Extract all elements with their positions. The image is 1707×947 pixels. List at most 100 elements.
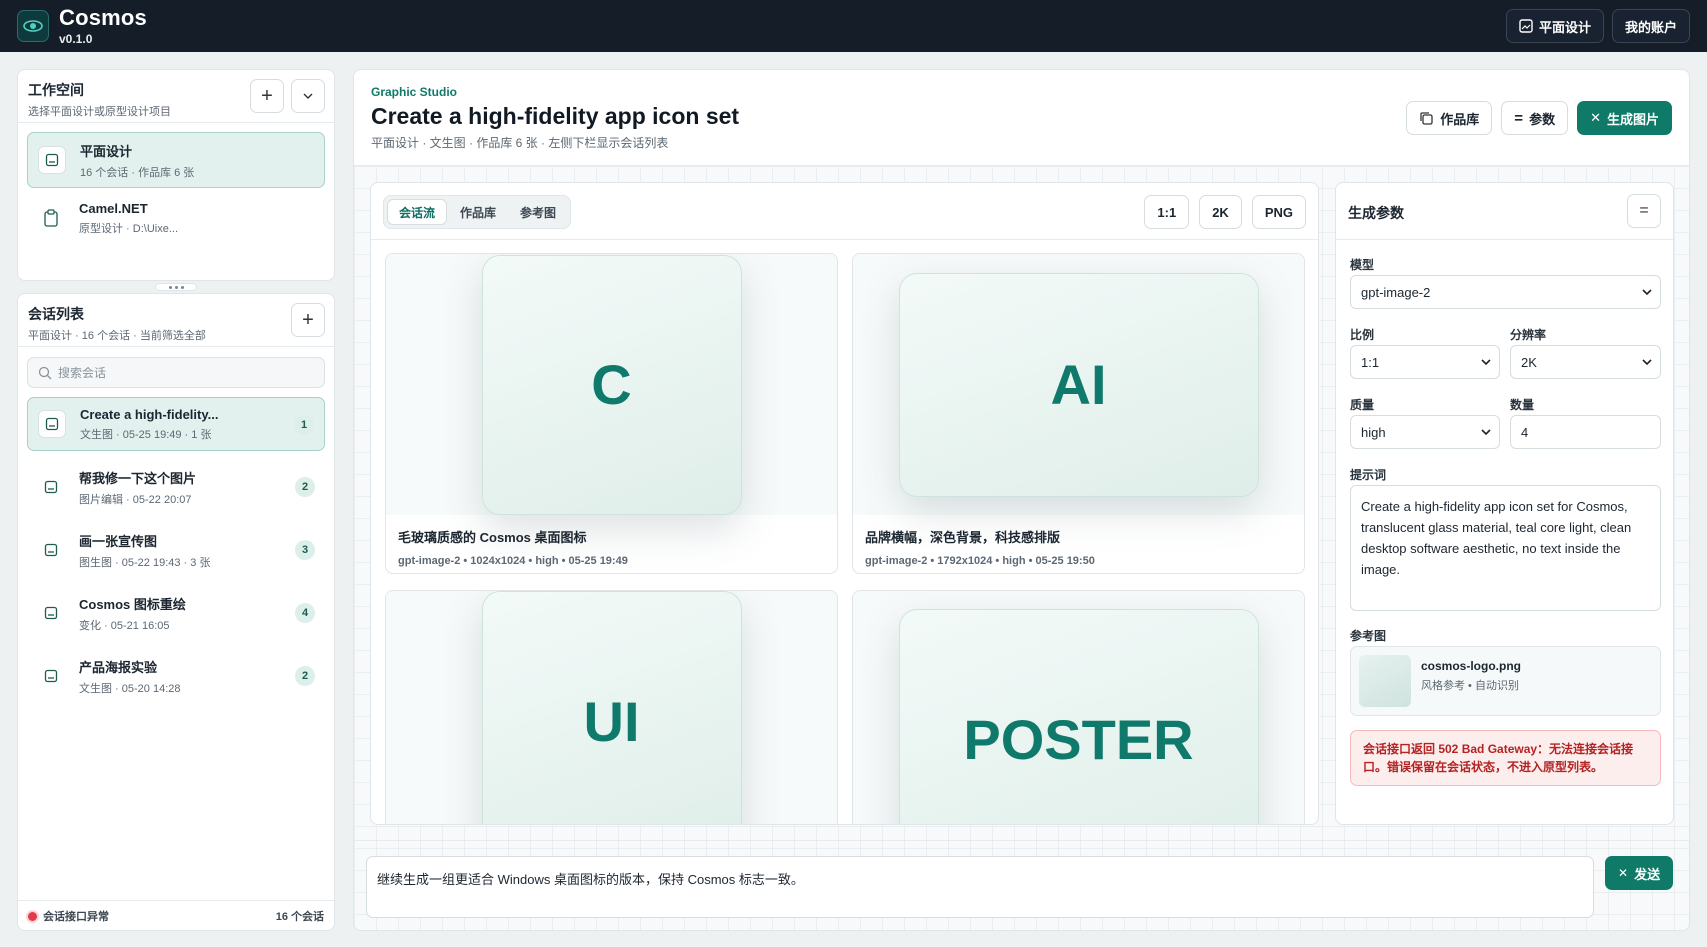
conversation-item[interactable]: Create a high-fidelity... 文生图 · 05-25 19… bbox=[27, 397, 325, 451]
chevron-down-icon bbox=[1481, 429, 1491, 436]
tab-gallery[interactable]: 作品库 bbox=[449, 199, 507, 225]
workspace-item-title: Camel.NET bbox=[79, 200, 148, 216]
resolution-label: 分辨率 bbox=[1510, 328, 1547, 342]
image-icon bbox=[38, 146, 66, 174]
add-workspace-button[interactable]: + bbox=[250, 79, 284, 113]
conversation-panel: 会话列表 平面设计 · 16 个会话 · 当前筛选全部 + 搜索会话 Creat… bbox=[17, 293, 335, 931]
conversation-count-badge: 4 bbox=[295, 603, 315, 623]
conversation-item-meta: 图生图 · 05-22 19:43 · 3 张 bbox=[79, 556, 211, 569]
status-error-dot-icon bbox=[28, 911, 37, 921]
params-label: 参数 bbox=[1529, 111, 1556, 127]
quality-select[interactable]: high bbox=[1350, 415, 1500, 449]
model-select[interactable]: gpt-image-2 bbox=[1350, 275, 1661, 309]
conversation-item-title: 产品海报实验 bbox=[79, 659, 158, 675]
account-label: 我的账户 bbox=[1624, 19, 1677, 35]
conversation-count-badge: 1 bbox=[294, 415, 314, 435]
tab-reference[interactable]: 参考图 bbox=[509, 199, 567, 225]
design-mode-label: 平面设计 bbox=[1538, 19, 1591, 35]
chevron-down-icon bbox=[303, 93, 313, 99]
image-card[interactable]: AI 品牌横幅，深色背景，科技感排版 gpt-image-2 • 1792x10… bbox=[852, 253, 1305, 574]
conversation-item-title: 帮我修一下这个图片 bbox=[79, 470, 197, 486]
new-conversation-button[interactable]: + bbox=[291, 303, 325, 337]
banner-preview-ai: AI bbox=[898, 272, 1259, 497]
conversation-count-badge: 2 bbox=[295, 477, 315, 497]
feed-panel: 会话流 作品库 参考图 1:1 2K PNG C 毛玻璃质感的 Cosmos 桌… bbox=[370, 182, 1319, 825]
conversation-count-badge: 3 bbox=[295, 540, 315, 560]
quality-value: high bbox=[1361, 424, 1386, 440]
conversation-count-badge: 2 bbox=[295, 666, 315, 686]
conversation-item-title: Create a high-fidelity... bbox=[80, 406, 219, 422]
image-icon bbox=[38, 410, 66, 438]
image-card[interactable]: UI bbox=[385, 590, 838, 824]
conversation-item-title: Cosmos 图标重绘 bbox=[79, 596, 186, 612]
clipboard-icon bbox=[37, 204, 65, 232]
quality-label: 质量 bbox=[1350, 398, 1375, 412]
conversation-subtitle: 平面设计 · 16 个会话 · 当前筛选全部 bbox=[28, 330, 206, 342]
preview-glyph: POSTER bbox=[963, 707, 1194, 771]
error-alert: 会话接口返回 502 Bad Gateway：无法连接会话接口。错误保留在会话状… bbox=[1350, 730, 1661, 786]
conversation-item-meta: 文生图 · 05-20 14:28 bbox=[79, 682, 181, 695]
cosmos-logo-icon bbox=[17, 10, 49, 42]
generate-label: 生成图片 bbox=[1606, 111, 1659, 127]
conversation-item[interactable]: 产品海报实验 文生图 · 05-20 14:28 2 bbox=[27, 649, 325, 703]
page-subtitle: 平面设计 · 文生图 · 作品库 6 张 · 左侧下栏显示会话列表 bbox=[371, 136, 669, 150]
model-value: gpt-image-2 bbox=[1361, 284, 1431, 300]
studio-eyebrow: Graphic Studio bbox=[371, 85, 458, 99]
resolution-chip[interactable]: 2K bbox=[1199, 195, 1242, 229]
design-mode-button[interactable]: 平面设计 bbox=[1505, 9, 1604, 43]
conversation-item-meta: 变化 · 05-21 16:05 bbox=[79, 619, 170, 632]
send-label: 发送 bbox=[1634, 866, 1661, 882]
conversation-search-input[interactable]: 搜索会话 bbox=[27, 357, 325, 388]
gallery-button[interactable]: 作品库 bbox=[1406, 101, 1493, 135]
plus-icon: + bbox=[261, 84, 273, 107]
image-icon bbox=[37, 473, 65, 501]
app-name: Cosmos bbox=[59, 5, 147, 30]
gallery-label: 作品库 bbox=[1440, 111, 1480, 127]
conversation-item[interactable]: 画一张宣传图 图生图 · 05-22 19:43 · 3 张 3 bbox=[27, 523, 325, 577]
reference-meta: 风格参考 • 自动识别 bbox=[1421, 680, 1519, 692]
search-placeholder: 搜索会话 bbox=[58, 366, 107, 380]
reference-label: 参考图 bbox=[1350, 629, 1387, 643]
params-toggle-button[interactable]: = bbox=[1627, 194, 1661, 228]
workspace-title: 工作空间 bbox=[28, 82, 84, 98]
account-button[interactable]: 我的账户 bbox=[1611, 9, 1690, 43]
image-icon bbox=[37, 599, 65, 627]
sparkle-icon: ✕ bbox=[1590, 110, 1601, 125]
prompt-textarea[interactable]: Create a high-fidelity app icon set for … bbox=[1350, 485, 1661, 611]
format-chip[interactable]: PNG bbox=[1251, 195, 1306, 229]
generate-button[interactable]: ✕ 生成图片 bbox=[1577, 101, 1672, 135]
workspace-item-meta: 原型设计 · D:\Uixe... bbox=[79, 222, 179, 235]
equals-icon: = bbox=[1514, 109, 1524, 127]
panel-resize-handle[interactable] bbox=[155, 283, 197, 291]
reference-name: cosmos-logo.png bbox=[1421, 659, 1521, 673]
workspace-canvas: 会话流 作品库 参考图 1:1 2K PNG C 毛玻璃质感的 Cosmos 桌… bbox=[354, 165, 1689, 930]
plus-icon: + bbox=[302, 308, 314, 331]
ratio-select[interactable]: 1:1 bbox=[1350, 345, 1500, 379]
workspace-dropdown-button[interactable] bbox=[291, 79, 325, 113]
chevron-down-icon bbox=[1642, 359, 1652, 366]
image-card[interactable]: POSTER bbox=[852, 590, 1305, 824]
composer-input[interactable]: 继续生成一组更适合 Windows 桌面图标的版本，保持 Cosmos 标志一致… bbox=[366, 856, 1594, 918]
params-button[interactable]: = 参数 bbox=[1501, 101, 1569, 135]
image-card[interactable]: C 毛玻璃质感的 Cosmos 桌面图标 gpt-image-2 • 1024x… bbox=[385, 253, 838, 574]
tab-conversation-flow[interactable]: 会话流 bbox=[387, 199, 448, 225]
conversation-item[interactable]: 帮我修一下这个图片 图片编辑 · 05-22 20:07 2 bbox=[27, 460, 325, 514]
send-button[interactable]: ✕ 发送 bbox=[1605, 856, 1674, 890]
ratio-chip[interactable]: 1:1 bbox=[1144, 195, 1190, 229]
image-icon bbox=[37, 662, 65, 690]
card-meta: gpt-image-2 • 1024x1024 • high • 05-25 1… bbox=[398, 555, 628, 567]
workspace-item-graphic[interactable]: 平面设计 16 个会话 · 作品库 6 张 bbox=[27, 132, 325, 188]
card-title: 品牌横幅，深色背景，科技感排版 bbox=[865, 530, 1061, 545]
poster-preview: POSTER bbox=[898, 609, 1259, 824]
count-input[interactable]: 4 bbox=[1510, 415, 1661, 449]
search-icon bbox=[38, 366, 52, 379]
icon-preview-c: C bbox=[481, 254, 742, 515]
resolution-value: 2K bbox=[1521, 354, 1537, 370]
conversation-item[interactable]: Cosmos 图标重绘 变化 · 05-21 16:05 4 bbox=[27, 586, 325, 640]
workspace-item-camel[interactable]: Camel.NET 原型设计 · D:\Uixe... bbox=[27, 190, 325, 246]
icon-preview-ui: UI bbox=[481, 591, 742, 824]
count-label: 数量 bbox=[1510, 398, 1535, 412]
params-title: 生成参数 bbox=[1348, 205, 1404, 221]
reference-image-item[interactable]: cosmos-logo.png 风格参考 • 自动识别 bbox=[1350, 646, 1661, 716]
resolution-select[interactable]: 2K bbox=[1510, 345, 1661, 379]
